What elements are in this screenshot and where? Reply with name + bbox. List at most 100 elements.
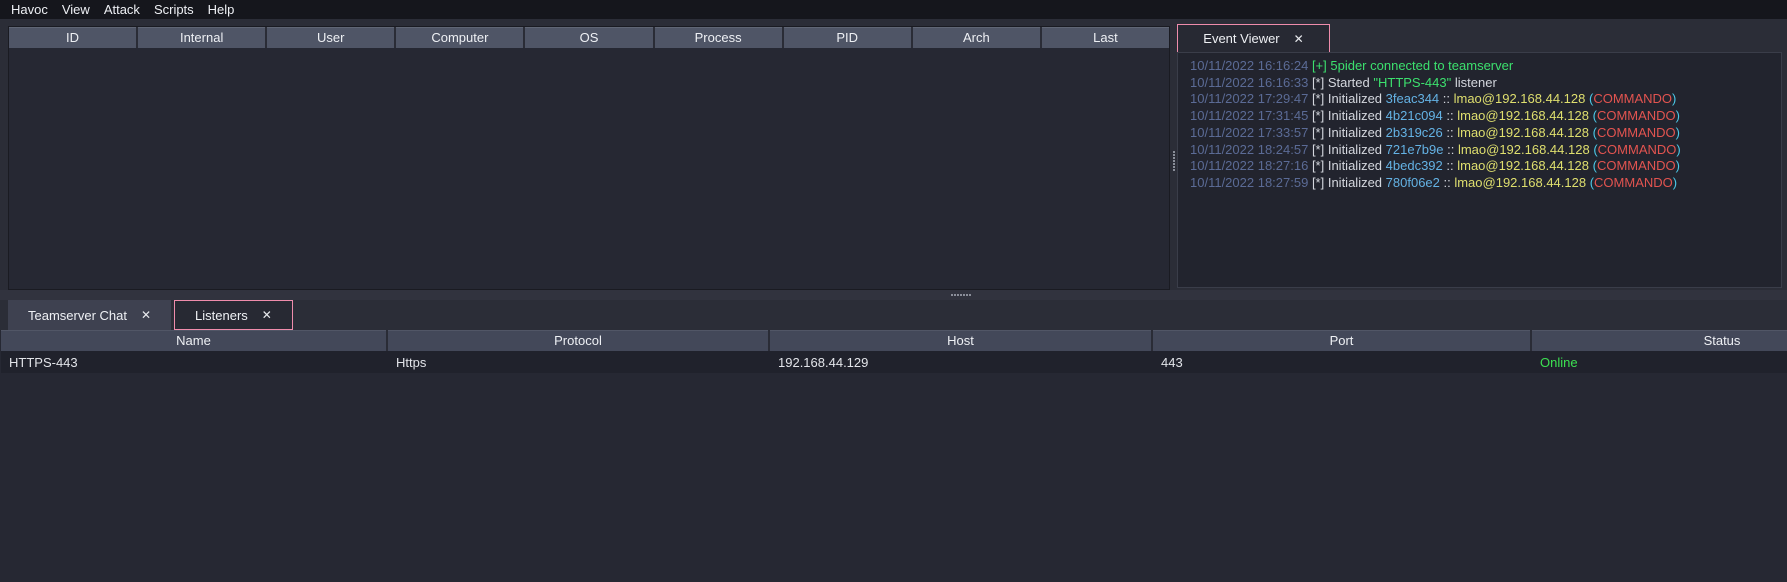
column-header-port[interactable]: Port [1153, 330, 1532, 351]
log-segment: lmao@192.168.44.128 [1454, 91, 1586, 106]
tab-label: Listeners [195, 308, 248, 323]
log-segment: Initialized [1328, 175, 1386, 190]
column-header-status[interactable]: Status [1532, 330, 1787, 351]
log-segment: lmao@192.168.44.128 [1454, 175, 1586, 190]
horizontal-splitter[interactable] [0, 290, 1787, 300]
log-segment: ( [1589, 108, 1597, 123]
event-log-line: 10/11/2022 17:29:47 [*] Initialized 3fea… [1190, 91, 1773, 108]
event-log-line: 10/11/2022 18:27:59 [*] Initialized 780f… [1190, 175, 1773, 192]
log-segment: Initialized [1328, 108, 1386, 123]
log-segment: [*] [1312, 75, 1328, 90]
log-segment: COMMANDO [1597, 125, 1676, 140]
log-segment: 10/11/2022 16:16:33 [1190, 75, 1312, 90]
log-segment: 5pider connected to teamserver [1330, 58, 1513, 73]
splitter-dot [966, 294, 968, 296]
log-segment: 721e7b9e [1386, 142, 1444, 157]
log-segment: [*] [1312, 175, 1328, 190]
menu-item-scripts[interactable]: Scripts [147, 0, 201, 19]
splitter-dot [969, 294, 971, 296]
log-segment: [+] [1312, 58, 1330, 73]
log-segment: 10/11/2022 18:27:16 [1190, 158, 1312, 173]
log-segment: 2b319c26 [1386, 125, 1443, 140]
log-segment: 10/11/2022 18:27:59 [1190, 175, 1312, 190]
log-segment: Initialized [1328, 91, 1386, 106]
column-header-name[interactable]: Name [1, 330, 388, 351]
log-segment: :: [1440, 175, 1454, 190]
event-log-line: 10/11/2022 16:16:33 [*] Started "HTTPS-4… [1190, 75, 1773, 92]
splitter-dot [1173, 154, 1175, 156]
event-viewer-log[interactable]: 10/11/2022 16:16:24 [+] 5pider connected… [1177, 52, 1782, 288]
log-segment: 4b21c094 [1386, 108, 1443, 123]
splitter-dot [957, 294, 959, 296]
listener-port-cell: 443 [1153, 351, 1532, 373]
listener-protocol-cell: Https [388, 351, 770, 373]
log-segment: ) [1673, 175, 1677, 190]
event-log-line: 10/11/2022 16:16:24 [+] 5pider connected… [1190, 58, 1773, 75]
log-segment: :: [1443, 125, 1457, 140]
log-segment: [*] [1312, 125, 1328, 140]
splitter-dot [963, 294, 965, 296]
log-segment: listener [1451, 75, 1497, 90]
column-header-host[interactable]: Host [770, 330, 1153, 351]
havoc-window: HavocViewAttackScriptsHelp IDInternalUse… [0, 0, 1787, 582]
log-segment: :: [1443, 158, 1457, 173]
splitter-dot [1173, 169, 1175, 171]
horizontal-splitter-handle[interactable] [951, 294, 971, 296]
column-header-protocol[interactable]: Protocol [388, 330, 770, 351]
column-header-id[interactable]: ID [9, 27, 138, 48]
log-segment: lmao@192.168.44.128 [1457, 108, 1589, 123]
log-segment: ) [1672, 91, 1676, 106]
bottom-tab-bar: Teamserver Chat ✕ Listeners ✕ [0, 300, 1787, 330]
log-segment: :: [1443, 108, 1457, 123]
splitter-dot [1173, 166, 1175, 168]
tab-event-viewer[interactable]: Event Viewer ✕ [1177, 24, 1330, 53]
tab-teamserver-chat[interactable]: Teamserver Chat ✕ [8, 300, 171, 330]
column-header-os[interactable]: OS [525, 27, 654, 48]
column-header-internal[interactable]: Internal [138, 27, 267, 48]
log-segment: 3feac344 [1386, 91, 1440, 106]
log-segment: :: [1439, 91, 1453, 106]
log-segment: :: [1444, 142, 1458, 157]
log-segment: 4bedc392 [1386, 158, 1443, 173]
column-header-process[interactable]: Process [655, 27, 784, 48]
menu-item-attack[interactable]: Attack [97, 0, 147, 19]
log-segment: ( [1586, 175, 1594, 190]
log-segment: [*] [1312, 108, 1328, 123]
column-header-user[interactable]: User [267, 27, 396, 48]
log-segment: Initialized [1328, 158, 1386, 173]
splitter-dot [1173, 151, 1175, 153]
log-segment: ) [1676, 158, 1680, 173]
menu-item-havoc[interactable]: Havoc [4, 0, 55, 19]
log-segment: 10/11/2022 17:31:45 [1190, 108, 1312, 123]
menu-item-help[interactable]: Help [201, 0, 242, 19]
menu-bar: HavocViewAttackScriptsHelp [0, 0, 1787, 19]
close-icon[interactable]: ✕ [1294, 32, 1304, 46]
splitter-dot [960, 294, 962, 296]
listeners-panel: Teamserver Chat ✕ Listeners ✕ NameProtocolH… [0, 300, 1787, 582]
log-segment: COMMANDO [1598, 142, 1677, 157]
close-icon[interactable]: ✕ [141, 308, 151, 322]
listener-row[interactable]: HTTPS-443Https192.168.44.129443Online [1, 351, 1787, 373]
log-segment: ) [1676, 125, 1680, 140]
event-log-line: 10/11/2022 17:31:45 [*] Initialized 4b21… [1190, 108, 1773, 125]
log-segment: ( [1589, 158, 1597, 173]
column-header-arch[interactable]: Arch [913, 27, 1042, 48]
column-header-pid[interactable]: PID [784, 27, 913, 48]
log-segment: ( [1589, 125, 1597, 140]
splitter-dot [951, 294, 953, 296]
tab-label: Event Viewer [1203, 31, 1279, 46]
close-icon[interactable]: ✕ [262, 308, 272, 322]
log-segment: [*] [1312, 142, 1328, 157]
log-segment: lmao@192.168.44.128 [1458, 142, 1590, 157]
column-header-computer[interactable]: Computer [396, 27, 525, 48]
log-segment: [*] [1312, 91, 1328, 106]
listener-name-cell: HTTPS-443 [1, 351, 388, 373]
menu-item-view[interactable]: View [55, 0, 97, 19]
splitter-dot [1173, 160, 1175, 162]
log-segment: [*] [1312, 158, 1328, 173]
column-header-last[interactable]: Last [1042, 27, 1169, 48]
sessions-table-header: IDInternalUserComputerOSProcessPIDArchLa… [9, 27, 1169, 48]
tab-label: Teamserver Chat [28, 308, 127, 323]
tab-listeners[interactable]: Listeners ✕ [174, 300, 293, 330]
event-log-line: 10/11/2022 17:33:57 [*] Initialized 2b31… [1190, 125, 1773, 142]
